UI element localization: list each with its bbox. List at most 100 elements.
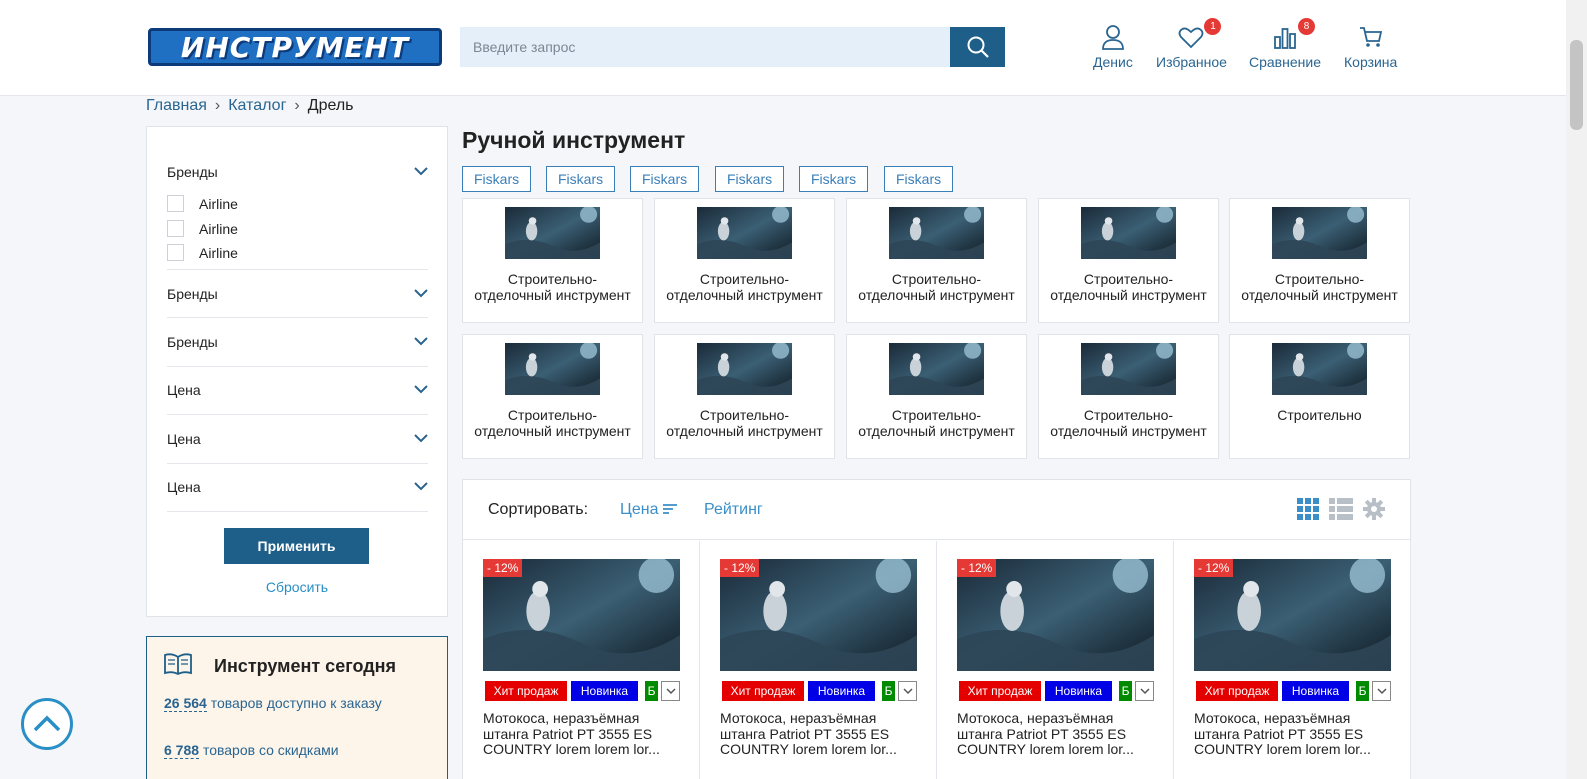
- product-title[interactable]: Мотокоса, неразъёмная штанга Patriot PT …: [957, 711, 1155, 758]
- category-card[interactable]: Строительно-отделочный инструмент: [654, 334, 835, 459]
- filter-group-title: Цена: [167, 431, 201, 447]
- chevron-up-icon: [33, 715, 61, 732]
- filter-sidebar: Бренды Airline Airline Airline Бренды Бр…: [146, 126, 448, 617]
- filter-group-brands[interactable]: Бренды: [167, 286, 428, 318]
- search-input[interactable]: [460, 27, 950, 67]
- brand-tag[interactable]: Fiskars: [630, 166, 700, 192]
- cart-label: Корзина: [1344, 54, 1398, 70]
- chevron-down-icon[interactable]: [414, 334, 428, 348]
- product-label: Б: [1356, 681, 1369, 701]
- brand-tag[interactable]: Fiskars: [715, 166, 785, 192]
- breadcrumb-separator: ›: [214, 97, 221, 114]
- brand-option-label: Airline: [199, 195, 238, 212]
- category-title: Строительно-отделочный инструмент: [1050, 407, 1207, 439]
- breadcrumb-home[interactable]: Главная: [146, 97, 207, 115]
- chevron-down-icon[interactable]: [414, 479, 428, 493]
- brand-tag[interactable]: Fiskars: [799, 166, 869, 192]
- brand-option-label: Airline: [199, 220, 238, 237]
- category-thumbnail: [1272, 206, 1367, 259]
- breadcrumb-catalog[interactable]: Каталог: [228, 97, 286, 115]
- filter-group-price[interactable]: Цена: [167, 431, 428, 464]
- checkbox[interactable]: [167, 220, 184, 237]
- gear-icon[interactable]: [1363, 498, 1385, 520]
- grid-icon[interactable]: [1297, 498, 1319, 520]
- brand-option[interactable]: Airline: [167, 244, 238, 261]
- brand-tag[interactable]: Fiskars: [884, 166, 954, 192]
- discount-count[interactable]: 6 788: [164, 742, 200, 759]
- discount-badge: - 12%: [1194, 559, 1234, 577]
- chevron-down-icon[interactable]: [414, 286, 428, 300]
- sort-by-price[interactable]: Цена: [620, 501, 677, 519]
- filter-group-brands[interactable]: Бренды: [167, 334, 428, 367]
- category-card[interactable]: Строительно-отделочный инструмент: [846, 334, 1027, 459]
- product-card[interactable]: - 12% Хит продаж Новинка Б Мотокоса, неразъё…: [937, 541, 1174, 779]
- checkbox[interactable]: [167, 195, 184, 212]
- reset-filters-link[interactable]: Сбросить: [147, 579, 447, 595]
- product-label: Хит продаж: [485, 681, 567, 701]
- brand-option[interactable]: Airline: [167, 220, 238, 237]
- tools-today-panel: Инструмент сегодня 26 564 товаров доступ…: [146, 636, 448, 779]
- category-image: [697, 206, 792, 259]
- product-card[interactable]: - 12% Хит продаж Новинка Б Мотокоса, неразъё…: [1174, 541, 1411, 779]
- site-logo[interactable]: ИНСТРУМЕНТ: [148, 28, 442, 66]
- product-label: Хит продаж: [1196, 681, 1278, 701]
- product-card[interactable]: - 12% Хит продаж Новинка Б Мотокоса, неразъё…: [463, 541, 700, 779]
- brand-option[interactable]: Airline: [167, 195, 238, 212]
- category-image: [1081, 342, 1176, 395]
- user-icon: [1102, 25, 1124, 50]
- category-image: [1081, 206, 1176, 259]
- product-label: Хит продаж: [959, 681, 1041, 701]
- checkbox[interactable]: [167, 244, 184, 261]
- product-card[interactable]: - 12% Хит продаж Новинка Б Мотокоса, неразъё…: [700, 541, 937, 779]
- product-label: Новинка: [1282, 681, 1349, 701]
- available-count[interactable]: 26 564: [164, 695, 207, 712]
- favorites-link[interactable]: 1 Избранное: [1156, 18, 1227, 70]
- compare-link[interactable]: 8 Сравнение: [1249, 18, 1321, 70]
- sort-option-label: Цена: [620, 501, 659, 518]
- product-title[interactable]: Мотокоса, неразъёмная штанга Patriot PT …: [720, 711, 918, 758]
- chevron-down-icon[interactable]: [414, 382, 428, 396]
- filter-group-price[interactable]: Цена: [167, 382, 428, 415]
- category-card[interactable]: Строительно-отделочный инструмент: [1038, 334, 1219, 459]
- filter-group-price[interactable]: Цена: [167, 479, 428, 512]
- category-title: Строительно-отделочный инструмент: [1241, 271, 1398, 303]
- category-card[interactable]: Строительно-отделочный инструмент: [462, 334, 643, 459]
- chevron-down-icon[interactable]: [414, 164, 428, 178]
- page-title: Ручной инструмент: [462, 127, 686, 153]
- category-card[interactable]: Строительно: [1229, 334, 1410, 459]
- more-labels-button[interactable]: [898, 681, 917, 701]
- list-icon[interactable]: [1329, 498, 1353, 520]
- more-labels-button[interactable]: [661, 681, 680, 701]
- product-title[interactable]: Мотокоса, неразъёмная штанга Patriot PT …: [1194, 711, 1392, 758]
- product-title[interactable]: Мотокоса, неразъёмная штанга Patriot PT …: [483, 711, 681, 758]
- search-button[interactable]: [950, 27, 1005, 67]
- brand-tag[interactable]: Fiskars: [462, 166, 532, 192]
- more-labels-button[interactable]: [1372, 681, 1391, 701]
- cart-icon: [1359, 27, 1382, 47]
- scroll-up-button[interactable]: [21, 698, 73, 750]
- site-header: ИНСТРУМЕНТ Денис 1 Избранное 8 Сравнение…: [0, 0, 1566, 96]
- sort-by-rating[interactable]: Рейтинг: [704, 501, 763, 519]
- page-scrollbar[interactable]: [1566, 0, 1587, 779]
- category-thumbnail: [505, 206, 600, 259]
- category-title: Строительно: [1277, 407, 1362, 423]
- brand-tag[interactable]: Fiskars: [546, 166, 616, 192]
- chevron-down-icon[interactable]: [414, 431, 428, 445]
- scrollbar-thumb[interactable]: [1570, 40, 1583, 130]
- compare-count-badge: 8: [1297, 18, 1315, 35]
- category-card[interactable]: Строительно-отделочный инструмент: [1229, 198, 1410, 323]
- category-card[interactable]: Строительно-отделочный инструмент: [1038, 198, 1219, 323]
- filter-group-title: Бренды: [167, 334, 218, 350]
- cart-link[interactable]: Корзина: [1344, 22, 1397, 70]
- category-card[interactable]: Строительно-отделочный инструмент: [462, 198, 643, 323]
- bar-chart-icon: [1274, 28, 1296, 49]
- category-card[interactable]: Строительно-отделочный инструмент: [846, 198, 1027, 323]
- favorites-label: Избранное: [1156, 54, 1227, 70]
- category-card[interactable]: Строительно-отделочный инструмент: [654, 198, 835, 323]
- account-link[interactable]: Денис: [1093, 22, 1133, 70]
- chevron-down-icon: [665, 687, 676, 694]
- available-text: товаров доступно к заказу: [210, 695, 382, 711]
- more-labels-button[interactable]: [1135, 681, 1154, 701]
- chevron-down-icon: [1376, 687, 1387, 694]
- apply-filters-button[interactable]: Применить: [224, 528, 369, 564]
